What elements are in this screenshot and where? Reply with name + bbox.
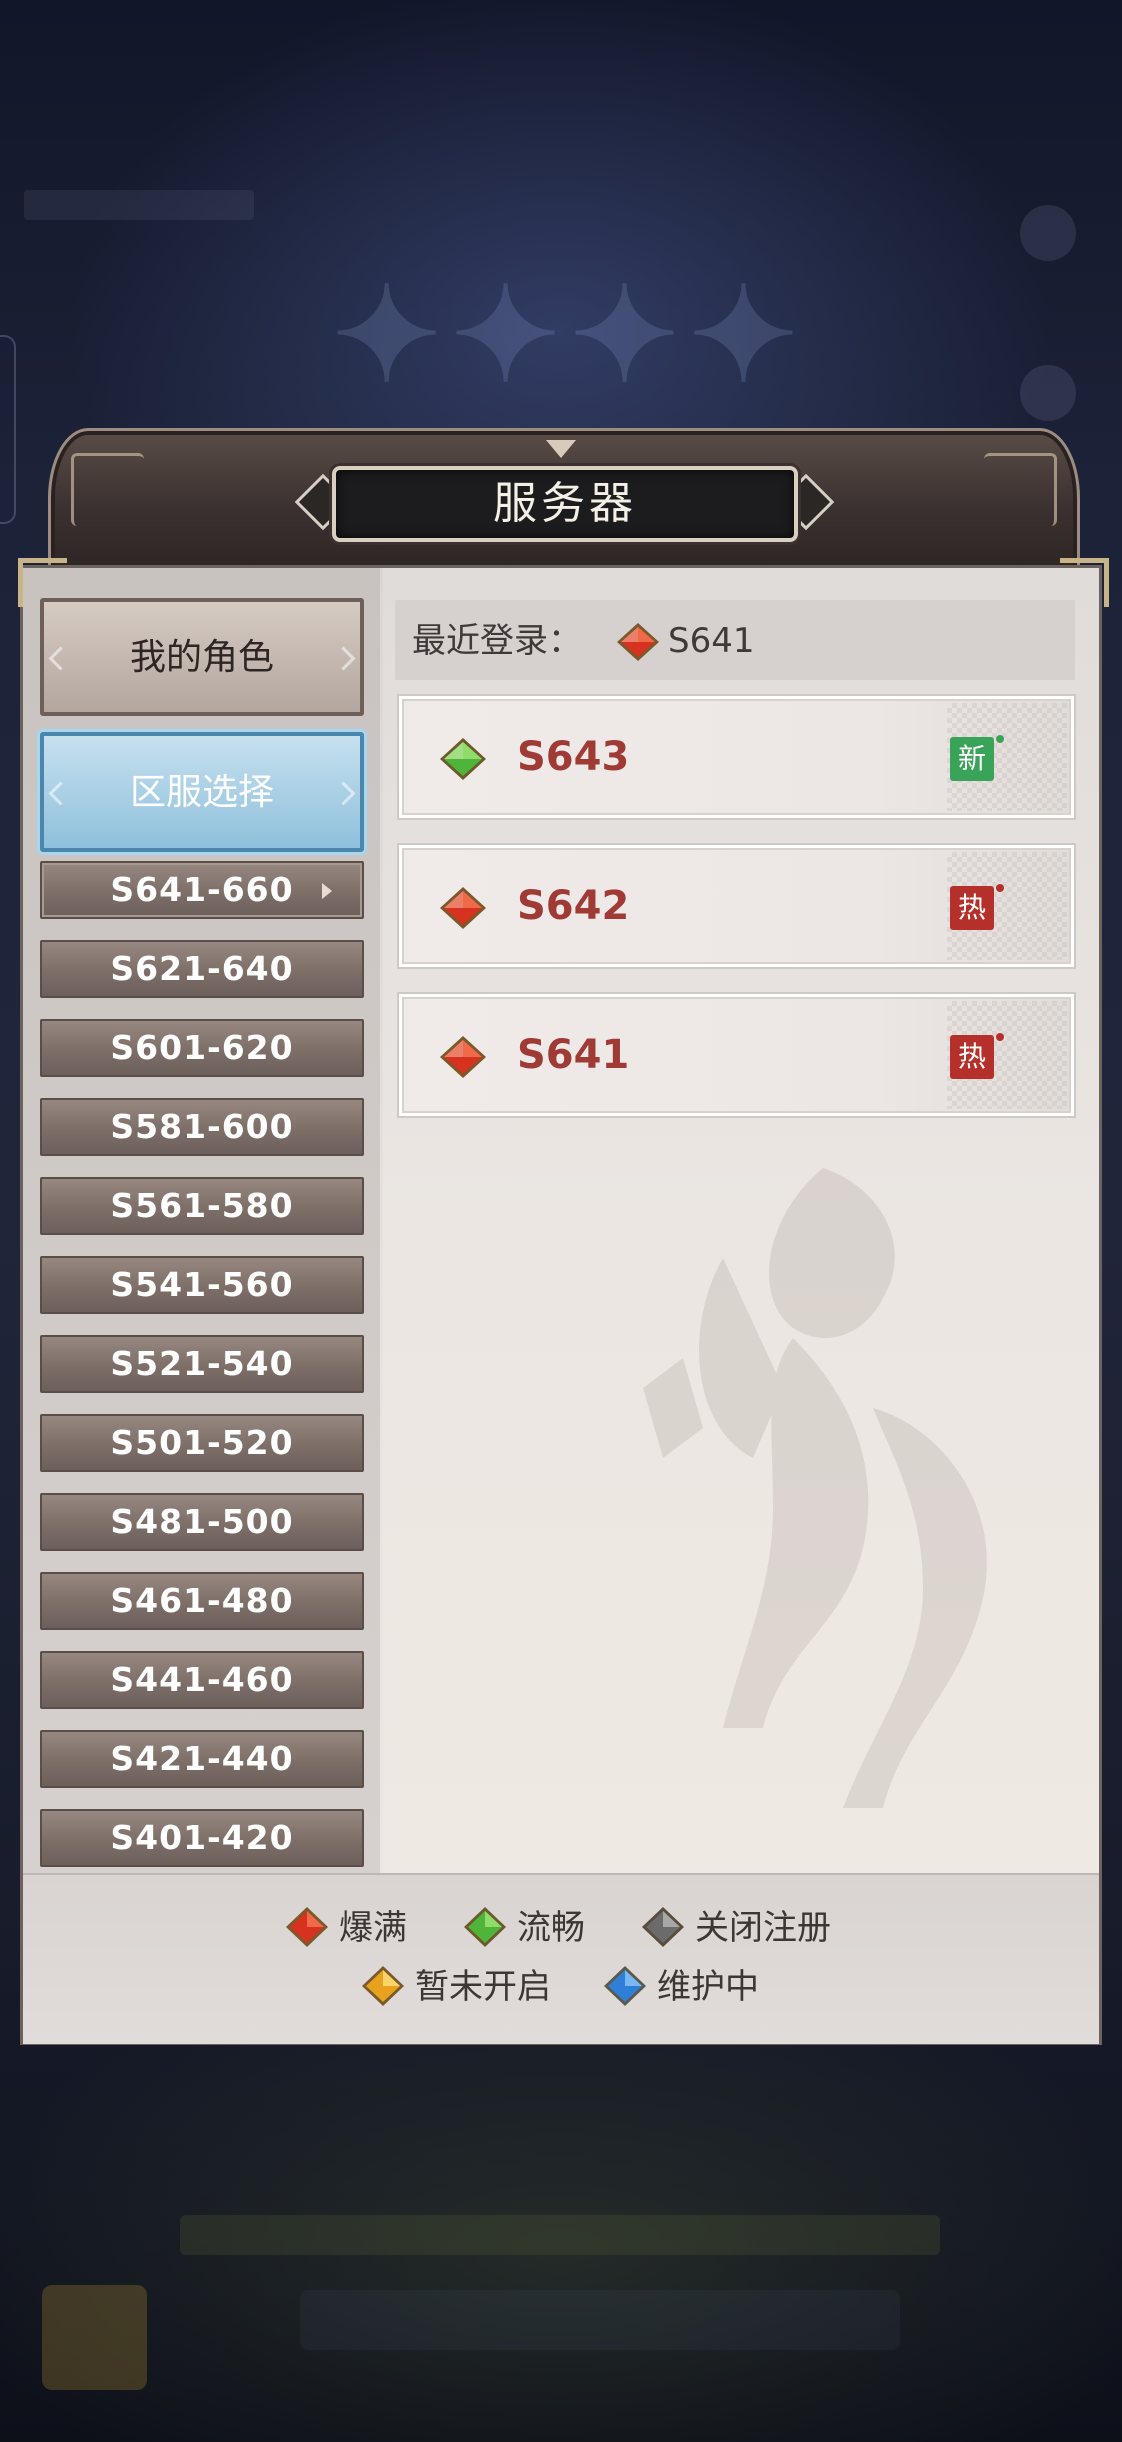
status-full-gem-icon (617, 623, 659, 661)
badge-label: 热 (957, 1040, 986, 1073)
server-range-list: S641-660 S621-640 S601-620 S581-600 S561… (40, 861, 364, 1888)
ornament-icon (48, 781, 73, 806)
badge-dot (996, 1033, 1004, 1041)
chevron-right-icon (322, 883, 332, 899)
ornament-icon (71, 453, 144, 526)
status-full-gem-icon (286, 1907, 328, 1947)
server-card[interactable]: S641 热 (399, 994, 1074, 1116)
server-range-item[interactable]: S601-620 (40, 1019, 364, 1077)
server-card[interactable]: S643 新 (399, 696, 1074, 818)
dialog-title: 服务器 (493, 478, 637, 529)
server-range-item[interactable]: S421-440 (40, 1730, 364, 1788)
server-range-label: S541-560 (110, 1265, 294, 1304)
status-smooth-gem-icon (464, 1907, 506, 1947)
server-range-item[interactable]: S621-640 (40, 940, 364, 998)
server-range-item[interactable]: S521-540 (40, 1335, 364, 1393)
server-range-label: S401-420 (110, 1818, 294, 1857)
server-range-item[interactable]: S641-660 (40, 861, 364, 919)
legend-label: 暂未开启 (415, 1967, 551, 2007)
badge-dot (996, 884, 1004, 892)
server-range-item[interactable]: S461-480 (40, 1572, 364, 1630)
ornament-chevron-icon (546, 440, 576, 458)
server-range-item[interactable]: S441-460 (40, 1651, 364, 1709)
server-range-label: S421-440 (110, 1739, 294, 1778)
hot-badge: 热 (950, 1033, 1004, 1079)
tab-server-select[interactable]: 区服选择 (40, 732, 364, 852)
legend-label: 流畅 (517, 1908, 585, 1948)
server-name: S643 (517, 734, 630, 780)
server-range-label: S601-620 (110, 1028, 294, 1067)
badge-label: 新 (957, 742, 986, 775)
server-range-item[interactable]: S561-580 (40, 1177, 364, 1235)
server-range-item[interactable]: S481-500 (40, 1493, 364, 1551)
tab-label: 区服选择 (129, 772, 274, 813)
recent-login-server: S641 (668, 621, 755, 661)
server-range-label: S441-460 (110, 1660, 294, 1699)
server-range-label: S621-640 (110, 949, 294, 988)
hot-badge: 热 (950, 884, 1004, 930)
badge-dot (996, 735, 1004, 743)
background-icon (1020, 205, 1076, 261)
background-bottom-bar (180, 2215, 940, 2255)
legend-label: 维护中 (657, 1967, 759, 2007)
tab-my-characters[interactable]: 我的角色 (40, 598, 364, 716)
server-range-label: S641-660 (110, 870, 294, 909)
server-range-item[interactable]: S581-600 (40, 1098, 364, 1156)
status-maintenance-gem-icon (604, 1966, 646, 2006)
background-icon (1020, 365, 1076, 421)
server-range-item[interactable]: S401-420 (40, 1809, 364, 1867)
server-range-label: S561-580 (110, 1186, 294, 1225)
legend-label: 关闭注册 (695, 1908, 831, 1948)
ornament-icon (331, 781, 356, 806)
tab-label: 我的角色 (129, 637, 274, 678)
background-bottom-row (300, 2290, 900, 2350)
server-range-label: S521-540 (110, 1344, 294, 1383)
ornament-icon (984, 453, 1057, 526)
server-range-item[interactable]: S541-560 (40, 1256, 364, 1314)
status-full-gem-icon (440, 1036, 486, 1078)
ornament-icon (331, 646, 356, 671)
new-badge: 新 (950, 735, 1004, 781)
background-text-blur (24, 190, 254, 220)
server-name: S641 (517, 1032, 630, 1078)
status-closed-gem-icon (642, 1907, 684, 1947)
server-range-label: S461-480 (110, 1581, 294, 1620)
background-item-icon (42, 2285, 147, 2390)
status-not-open-gem-icon (362, 1966, 404, 2006)
server-range-label: S481-500 (110, 1502, 294, 1541)
badge-label: 热 (957, 891, 986, 924)
ornament-icon (48, 646, 73, 671)
server-range-item[interactable]: S501-520 (40, 1414, 364, 1472)
character-watermark-icon (643, 1168, 987, 1808)
status-legend: 爆满 流畅 关闭注册 暂未开启 维护中 (23, 1873, 1099, 2044)
server-range-label: S501-520 (110, 1423, 294, 1462)
server-range-label: S581-600 (110, 1107, 294, 1146)
recent-login-label: 最近登录： (412, 621, 582, 661)
server-name: S642 (517, 883, 630, 929)
legend-label: 爆满 (339, 1908, 407, 1948)
status-smooth-gem-icon (440, 738, 486, 780)
status-full-gem-icon (440, 887, 486, 929)
side-handle (0, 335, 16, 524)
server-card[interactable]: S642 热 (399, 845, 1074, 967)
background-logo: ✦✦✦✦ (332, 258, 808, 411)
